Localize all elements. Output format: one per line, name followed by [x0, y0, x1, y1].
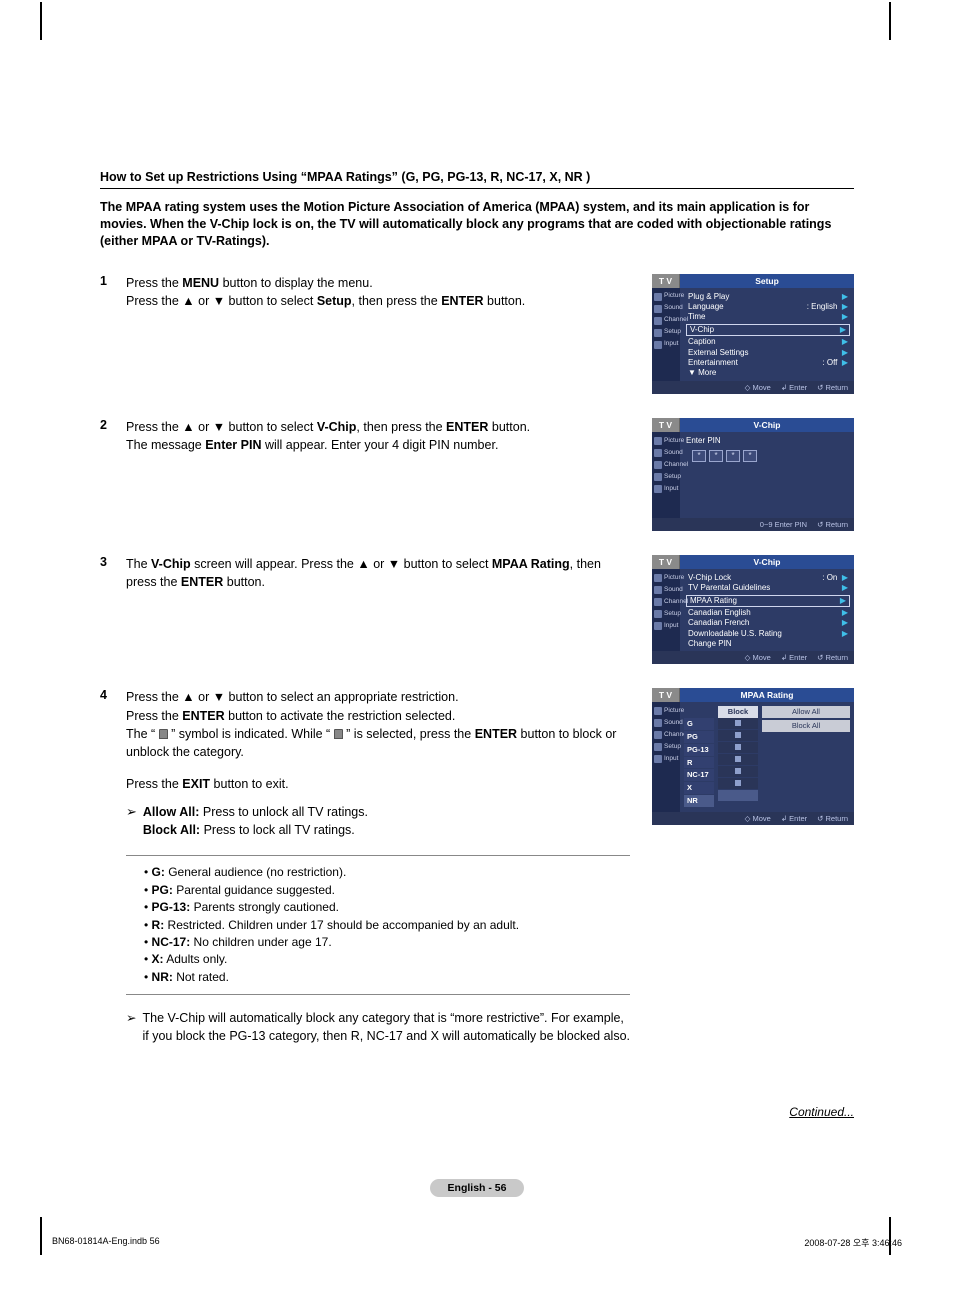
rating-definitions: • G: General audience (no restriction). …: [126, 855, 630, 995]
allow-all-btn: Allow All: [762, 706, 850, 718]
print-metadata: BN68-01814A-Eng.indb 56 2008-07-28 오후 3:…: [52, 1236, 902, 1249]
osd-foot-enter: ↲ Enter: [781, 383, 807, 392]
lock-icon: [735, 768, 741, 774]
auto-block-note: ➢ The V-Chip will automatically block an…: [126, 1009, 630, 1045]
input-icon: [654, 622, 662, 630]
section-title: How to Set up Restrictions Using “MPAA R…: [100, 170, 854, 189]
osd-mpaa-thumb: T V MPAA Rating Picture Sound Channel Se…: [652, 688, 854, 824]
osd-main: Plug & Play▶ Language: English ▶ Time▶ V…: [680, 288, 854, 381]
pointer-icon: ➢: [126, 1009, 136, 1045]
channel-icon: [654, 598, 662, 606]
step-4: 4 Press the ▲ or ▼ button to select an a…: [100, 688, 854, 1045]
osd-vchip-menu-thumb: T V V-Chip Picture Sound Channel Setup I…: [652, 555, 854, 665]
input-icon: [654, 485, 662, 493]
print-timestamp: 2008-07-28 오후 3:46:46: [804, 1236, 902, 1249]
osd-foot-enter: ↲ Enter: [781, 653, 807, 662]
osd-foot-move: ◇ Move: [745, 383, 771, 392]
lock-icon: [735, 756, 741, 762]
osd-sidebar: Picture Sound Channel Setup Input: [652, 288, 680, 381]
osd-main: G PG PG-13 R NC-17 X NR Block: [680, 702, 854, 811]
step-number: 1: [100, 274, 114, 310]
lock-icon: [735, 720, 741, 726]
sound-icon: [654, 305, 662, 313]
crop-mark: [40, 2, 42, 40]
allow-all-note: ➢ Allow All: Press to unlock all TV rati…: [126, 803, 630, 839]
step-number: 3: [100, 555, 114, 591]
setup-icon: [654, 329, 662, 337]
osd-foot-move: ◇ Move: [745, 814, 771, 823]
step-3: 3 The V-Chip screen will appear. Press t…: [100, 555, 854, 665]
osd-title: MPAA Rating: [680, 688, 854, 702]
sound-icon: [654, 586, 662, 594]
step-number: 4: [100, 688, 114, 1045]
channel-icon: [654, 461, 662, 469]
lock-icon: [735, 732, 741, 738]
lock-icon: [159, 729, 168, 739]
osd-foot-return: ↺ Return: [817, 383, 848, 392]
osd-tv-badge: T V: [652, 274, 680, 288]
picture-icon: [654, 707, 662, 715]
osd-tv-badge: T V: [652, 555, 680, 569]
step-body: Press the MENU button to display the men…: [126, 274, 525, 310]
sound-icon: [654, 449, 662, 457]
osd-foot-return: ↺ Return: [817, 653, 848, 662]
lock-icon: [735, 780, 741, 786]
pin-fields: * * * *: [692, 450, 850, 462]
crop-mark: [889, 2, 891, 40]
osd-main: V-Chip Lock: On ▶ TV Parental Guidelines…: [680, 569, 854, 652]
enter-pin-label: Enter PIN: [686, 436, 850, 446]
osd-title: V-Chip: [680, 418, 854, 432]
step-2: 2 Press the ▲ or ▼ button to select V-Ch…: [100, 418, 854, 531]
osd-foot-move: ◇ Move: [745, 653, 771, 662]
osd-sidebar: Picture Sound Channel Setup Input: [652, 432, 680, 518]
osd-foot-return: ↺ Return: [817, 814, 848, 823]
picture-icon: [654, 293, 662, 301]
osd-title: V-Chip: [680, 555, 854, 569]
pointer-icon: ➢: [126, 803, 137, 839]
osd-main: Enter PIN * * * *: [680, 432, 854, 518]
osd-enter-pin-thumb: T V V-Chip Picture Sound Channel Setup I…: [652, 418, 854, 531]
input-icon: [654, 341, 662, 349]
block-all-btn: Block All: [762, 720, 850, 732]
continued-label: Continued...: [100, 1105, 854, 1119]
osd-foot-return: ↺ Return: [817, 520, 848, 529]
lock-icon: [735, 744, 741, 750]
sound-icon: [654, 719, 662, 727]
steps-list: 1 Press the MENU button to display the m…: [100, 274, 854, 1046]
crop-mark: [40, 1217, 42, 1255]
step-body: The V-Chip screen will appear. Press the…: [126, 555, 630, 591]
picture-icon: [654, 574, 662, 582]
input-icon: [654, 755, 662, 763]
step-number: 2: [100, 418, 114, 454]
osd-foot-enter: ↲ Enter: [781, 814, 807, 823]
picture-icon: [654, 437, 662, 445]
print-file-name: BN68-01814A-Eng.indb 56: [52, 1236, 160, 1249]
setup-icon: [654, 610, 662, 618]
osd-tv-badge: T V: [652, 688, 680, 702]
channel-icon: [654, 731, 662, 739]
step-body: Press the ▲ or ▼ button to select an app…: [126, 688, 630, 1045]
setup-icon: [654, 743, 662, 751]
osd-sidebar: Picture Sound Channel Setup Input: [652, 569, 680, 652]
setup-icon: [654, 473, 662, 481]
osd-sidebar: Picture Sound Channel Setup Input: [652, 702, 680, 811]
step-1: 1 Press the MENU button to display the m…: [100, 274, 854, 394]
step-body: Press the ▲ or ▼ button to select V-Chip…: [126, 418, 530, 454]
osd-title: Setup: [680, 274, 854, 288]
osd-setup-thumb: T V Setup Picture Sound Channel Setup In…: [652, 274, 854, 394]
osd-tv-badge: T V: [652, 418, 680, 432]
intro-paragraph: The MPAA rating system uses the Motion P…: [100, 199, 854, 250]
page-number-pill: English - 56: [430, 1179, 525, 1197]
lock-icon: [334, 729, 343, 739]
osd-foot-enter-pin: 0~9 Enter PIN: [760, 520, 807, 529]
page-footer: English - 56: [100, 1179, 854, 1197]
channel-icon: [654, 317, 662, 325]
